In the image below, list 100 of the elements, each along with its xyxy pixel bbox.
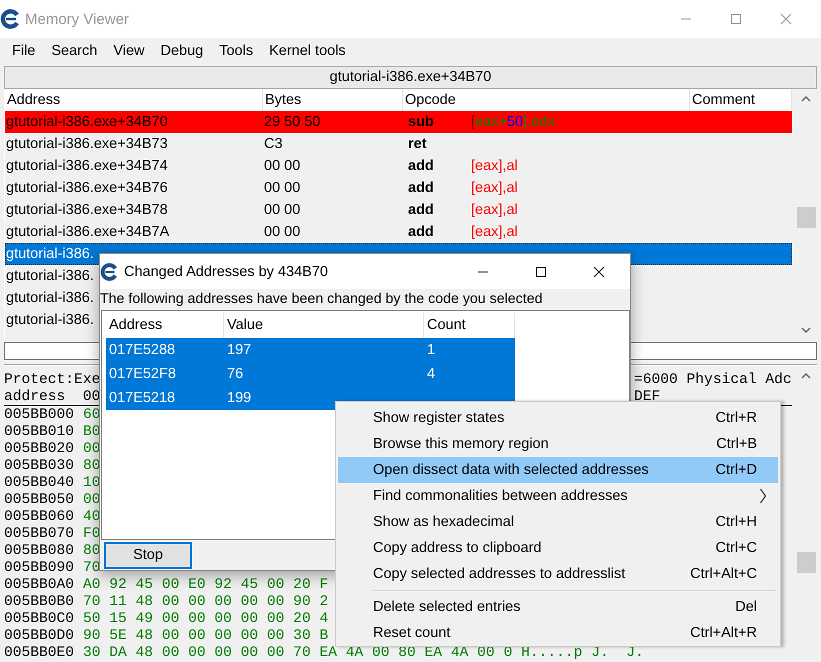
- opcode-text: add: [408, 201, 435, 220]
- table-cell: gtutorial-i386.exe+34B7A: [6, 224, 170, 240]
- menu-item[interactable]: Copy address to clipboard Ctrl+C: [338, 535, 778, 561]
- menu-item[interactable]: Copy selected addresses to addresslist Ctrl+Alt+C: [338, 561, 778, 587]
- hex-header-text: Protect:Exe: [4, 372, 100, 389]
- table-cell-text: 017E5218: [108, 389, 176, 408]
- menu-item[interactable]: Browse this memory region Ctrl+B: [338, 431, 778, 457]
- opcode-text: add: [408, 157, 435, 176]
- scroll-thumb[interactable]: [797, 207, 816, 228]
- table-cell-text: 017E52F8: [108, 365, 177, 384]
- operand-text: [eax],al: [471, 157, 518, 176]
- hex-address: 005BB090: [4, 560, 76, 577]
- table-row[interactable]: gtutorial-i386.exe+34B73 C3 ret: [5, 133, 792, 155]
- table-cell-text: 197: [226, 341, 252, 360]
- table-cell: 29 50 50: [264, 114, 320, 130]
- hex-bytes: 00: [83, 492, 101, 509]
- scroll-thumb[interactable]: [797, 552, 816, 573]
- hex-bytes: F0: [83, 526, 101, 543]
- app-icon: [100, 262, 118, 280]
- scroll-up-icon: [801, 95, 811, 102]
- menu-item[interactable]: Kernel tools: [261, 43, 354, 59]
- table-cell-text: 199: [226, 389, 252, 408]
- hex-bytes: B0: [83, 424, 101, 441]
- menu-item[interactable]: Reset count Ctrl+Alt+R: [338, 620, 778, 646]
- menu-item[interactable]: Show as hexadecimal Ctrl+H: [338, 509, 778, 535]
- table-cell: gtutorial-i386.exe+34B74: [6, 158, 168, 174]
- opcode-text: add: [408, 179, 435, 198]
- hex-header-text: =6000 Physical Adc: [634, 372, 792, 389]
- hex-bytes: 40: [83, 509, 101, 526]
- hex-bytes: 00: [83, 441, 101, 458]
- hex-address: 005BB0E0: [4, 645, 76, 662]
- table-cell-text: 76: [226, 365, 244, 384]
- hex-address: 005BB060: [4, 509, 76, 526]
- opcode-text: sub: [408, 113, 435, 132]
- hex-address: 005BB070: [4, 526, 76, 543]
- hex-bytes: 10: [83, 475, 101, 492]
- list-row[interactable]: 017E5288 197 1: [106, 338, 515, 362]
- table-cell: gtutorial-i386.: [6, 246, 94, 262]
- window-title: Memory Viewer: [25, 10, 129, 28]
- menu-item[interactable]: Tools: [211, 43, 262, 59]
- table-cell: C3: [264, 136, 283, 152]
- table-cell: 00 00: [264, 180, 300, 196]
- hex-address: 005BB0B0: [4, 594, 76, 611]
- scroll-up-icon: [801, 372, 811, 379]
- menu-item[interactable]: Find commonalities between addresses: [338, 483, 778, 509]
- table-cell: gtutorial-i386.exe+34B78: [6, 202, 168, 218]
- hex-address: 005BB080: [4, 543, 76, 560]
- table-cell: gtutorial-i386.exe+34B70: [6, 114, 168, 130]
- table-row[interactable]: gtutorial-i386.exe+34B78 00 00 add [eax],al: [5, 199, 792, 221]
- hex-bytes: 60: [83, 407, 101, 424]
- table-row[interactable]: gtutorial-i386.exe+34B74 00 00 add [eax],al: [5, 155, 792, 177]
- maximize-icon: [535, 266, 547, 278]
- operand-text: [eax],al: [471, 201, 518, 220]
- close-icon: [780, 13, 792, 25]
- close-icon: [593, 266, 605, 278]
- hex-bytes: 50 15 49 00 00 00 00 00 20 4: [83, 611, 328, 628]
- hex-address: 005BB020: [4, 441, 76, 458]
- menu-item[interactable]: File: [4, 43, 44, 59]
- hex-address: 005BB040: [4, 475, 76, 492]
- table-cell-text: 1: [426, 341, 436, 360]
- hex-address: 005BB0A0: [4, 577, 76, 594]
- hex-bytes: 70 11 48 00 00 00 00 00 90 2: [83, 594, 328, 611]
- dialog-title: Changed Addresses by 434B70: [124, 264, 328, 280]
- list-row[interactable]: 017E52F8 76 4: [106, 362, 515, 386]
- menu-item[interactable]: Debug: [152, 43, 212, 59]
- operand-text: [eax+50],edx: [471, 113, 554, 132]
- menu-item[interactable]: Search: [43, 43, 106, 59]
- table-row[interactable]: gtutorial-i386.exe+34B70 29 50 50 sub [eax+50],edx: [5, 111, 792, 133]
- table-row[interactable]: gtutorial-i386.exe+34B76 00 00 add [eax],al: [5, 177, 792, 199]
- hex-bytes: 90 5E 48 00 00 00 00 00 30 B: [83, 628, 328, 645]
- table-cell: 00 00: [264, 202, 300, 218]
- hex-address: 005BB050: [4, 492, 76, 509]
- table-cell: gtutorial-i386.exe+34B73: [6, 136, 168, 152]
- dialog-message: The following addresses have been changed by the code you selected: [100, 290, 544, 309]
- hex-address: 005BB010: [4, 424, 76, 441]
- hex-bytes: 80: [83, 543, 101, 560]
- address-header: gtutorial-i386.exe+34B70: [4, 66, 817, 89]
- table-cell: 00 00: [264, 158, 300, 174]
- stop-button[interactable]: Stop: [104, 542, 192, 568]
- hex-header-text: DEF: [634, 389, 662, 406]
- opcode-text: ret: [408, 135, 428, 154]
- menu-item[interactable]: Delete selected entries Del: [338, 594, 778, 620]
- table-cell-text: 017E5288: [108, 341, 176, 360]
- menu-item[interactable]: View: [105, 43, 152, 59]
- hex-address: 005BB0D0: [4, 628, 76, 645]
- hex-bytes: A0 92 45 00 E0 92 45 00 20 F: [83, 577, 328, 594]
- table-cell: 00 00: [264, 224, 300, 240]
- hex-address: 005BB030: [4, 458, 76, 475]
- operand-text: [eax],al: [471, 179, 518, 198]
- operand-text: [eax],al: [471, 223, 518, 242]
- hex-header-text: address 00: [4, 389, 100, 406]
- hex-bytes: 80: [83, 458, 101, 475]
- table-cell-text: 4: [426, 365, 436, 384]
- app-icon: [0, 9, 20, 29]
- table-row[interactable]: gtutorial-i386.exe+34B7A 00 00 add [eax],al: [5, 221, 792, 243]
- menu-item[interactable]: Open dissect data with selected addresses Ctrl+D: [338, 457, 778, 483]
- maximize-icon: [730, 13, 742, 25]
- opcode-text: add: [408, 223, 435, 242]
- table-cell: gtutorial-i386.exe+34B76: [6, 180, 168, 196]
- scroll-down-icon: [801, 327, 811, 334]
